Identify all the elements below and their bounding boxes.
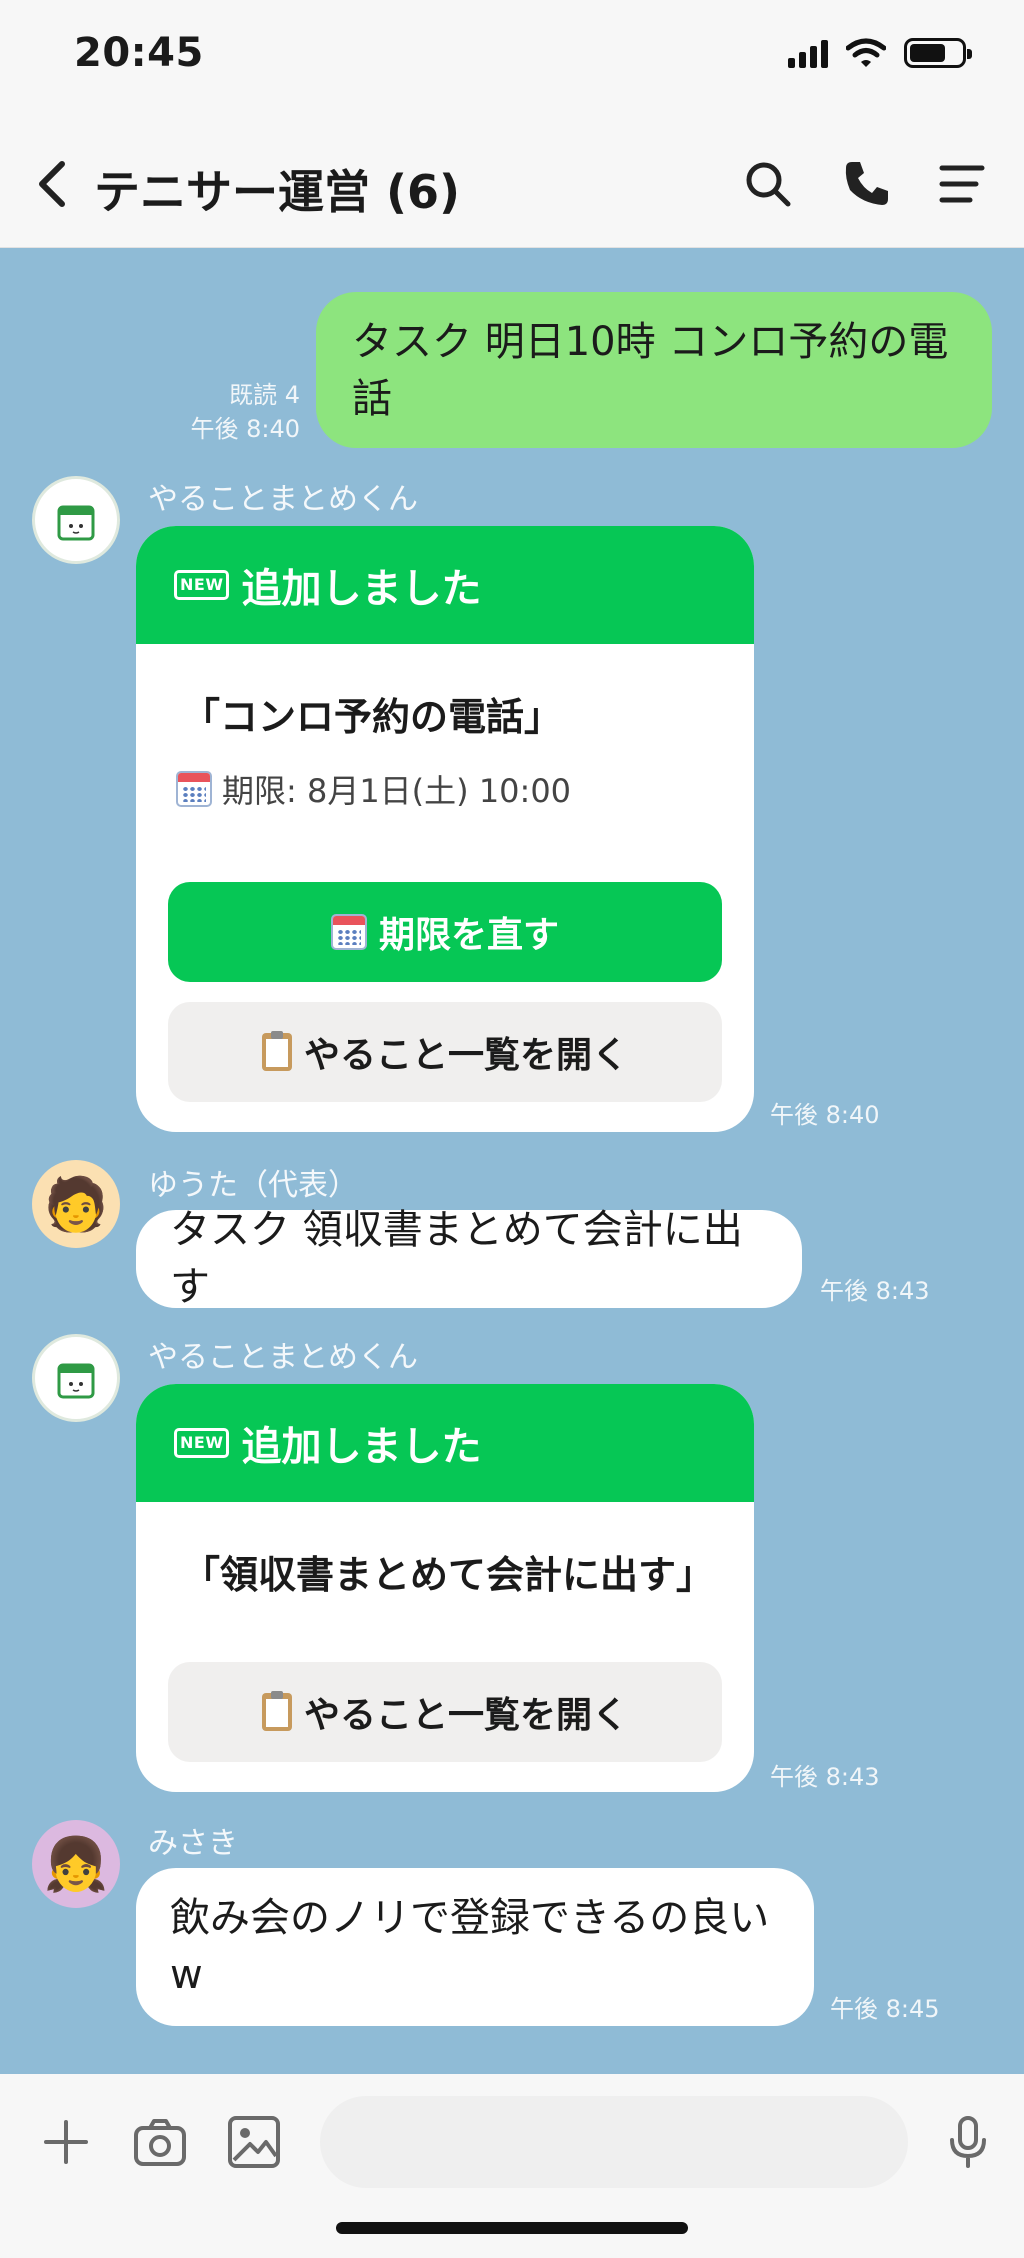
message-input[interactable] [320, 2096, 908, 2188]
bot-avatar[interactable] [32, 476, 120, 564]
bot-calendar-avatar-icon [57, 1363, 95, 1399]
message-time: 午後 8:43 [820, 1277, 930, 1305]
task-title: 「コンロ予約の電話」 [182, 695, 563, 739]
microphone-icon[interactable] [938, 2112, 998, 2172]
fix-deadline-button[interactable]: 期限を直す [168, 882, 722, 982]
phone-icon[interactable] [838, 156, 894, 212]
chat-header: テニサー運営 (6) [0, 120, 1024, 248]
search-icon[interactable] [740, 156, 796, 212]
open-todo-list-label: やること一覧を開く [303, 1035, 628, 1076]
task-card: NEW 追加しました 「領収書まとめて会計に出す」 やること一覧を開く [136, 1384, 754, 1792]
fix-deadline-label: 期限を直す [378, 915, 559, 956]
card-header-text: 追加しました [241, 1424, 482, 1470]
home-indicator [336, 2222, 688, 2234]
camera-icon[interactable] [130, 2112, 190, 2172]
sender-name: やることまとめくん [148, 1340, 418, 1375]
task-due: 期限: 8月1日(土) 10:00 [176, 766, 571, 812]
clipboard-icon [261, 1031, 292, 1071]
my-message-bubble[interactable]: タスク 明日10時 コンロ予約の電話 [316, 292, 992, 448]
misaki-avatar[interactable]: 👧 [32, 1820, 120, 1908]
my-message-meta: 既読 4 午後 8:40 [190, 378, 300, 446]
message-time: 午後 8:40 [770, 1101, 880, 1129]
battery-icon [904, 38, 972, 68]
open-todo-list-label: やること一覧を開く [303, 1695, 628, 1736]
message-time: 午後 8:45 [830, 1995, 940, 2023]
yuta-avatar[interactable]: 🧑 [32, 1160, 120, 1248]
sender-name: ゆうた（代表） [148, 1168, 358, 1203]
sender-name: みさき [148, 1826, 238, 1861]
message-time: 午後 8:43 [770, 1763, 880, 1791]
read-receipt: 既読 4 [229, 381, 300, 409]
back-icon[interactable] [30, 156, 78, 212]
card-header-text: 追加しました [241, 566, 482, 612]
card-header: NEW 追加しました [136, 526, 754, 644]
yuta-message-bubble[interactable]: タスク 領収書まとめて会計に出す [136, 1207, 802, 1310]
cellular-signal-icon [788, 38, 828, 68]
misaki-message-bubble[interactable]: 飲み会のノリで登録できるの良い w [136, 1868, 814, 2026]
calendar-icon [330, 914, 367, 950]
sender-name: やることまとめくん [148, 482, 418, 517]
plus-icon[interactable] [36, 2112, 96, 2172]
bot-calendar-avatar-icon [57, 505, 95, 541]
chat-title: テニサー運営 (6) [94, 165, 461, 219]
open-todo-list-button[interactable]: やること一覧を開く [168, 1002, 722, 1102]
bot-avatar[interactable] [32, 1334, 120, 1422]
menu-icon[interactable] [934, 156, 990, 212]
task-due-text: 期限: 8月1日(土) 10:00 [222, 772, 572, 810]
open-todo-list-button[interactable]: やること一覧を開く [168, 1662, 722, 1762]
status-icons [788, 38, 972, 68]
wifi-icon [846, 38, 886, 67]
clipboard-icon [261, 1691, 292, 1731]
image-icon[interactable] [224, 2112, 284, 2172]
task-title: 「領収書まとめて会計に出す」 [182, 1553, 715, 1597]
chat-area[interactable]: 既読 4 午後 8:40 タスク 明日10時 コンロ予約の電話 やることまとめく… [0, 248, 1024, 2074]
new-badge: NEW [174, 1428, 230, 1458]
new-badge: NEW [174, 570, 230, 600]
task-card: NEW 追加しました 「コンロ予約の電話」 期限: 8月1日(土) 10:00 … [136, 526, 754, 1132]
status-time: 20:45 [74, 30, 204, 76]
message-time: 午後 8:40 [190, 415, 300, 443]
status-bar: 20:45 [0, 0, 1024, 120]
card-header: NEW 追加しました [136, 1384, 754, 1502]
calendar-icon [176, 771, 212, 807]
